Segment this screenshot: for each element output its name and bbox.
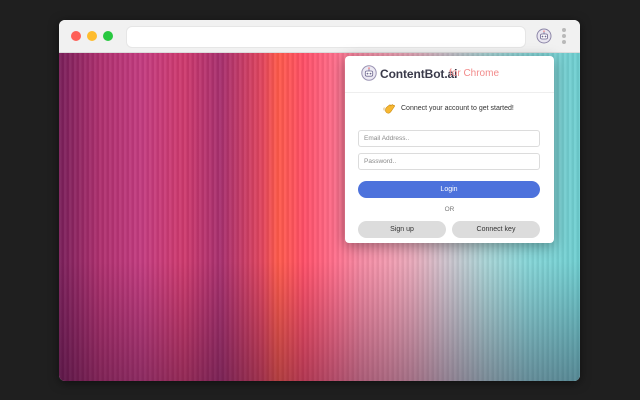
popup-header: ContentBot.ai for Chrome — [345, 56, 554, 93]
minimize-window-button[interactable] — [87, 31, 97, 41]
password-field[interactable] — [358, 153, 540, 170]
connect-key-button[interactable]: Connect key — [452, 221, 540, 238]
brand-name: ContentBot.ai — [380, 67, 458, 81]
browser-titlebar — [59, 20, 580, 53]
robot-icon[interactable] — [536, 28, 552, 44]
kebab-menu-icon[interactable] — [561, 28, 567, 46]
address-bar[interactable] — [126, 26, 526, 48]
sign-up-button[interactable]: Sign up — [358, 221, 446, 238]
maximize-window-button[interactable] — [103, 31, 113, 41]
waving-hand-icon — [383, 103, 396, 116]
email-field[interactable] — [358, 130, 540, 147]
close-window-button[interactable] — [71, 31, 81, 41]
extension-popup: ContentBot.ai for Chrome Connect your ac… — [345, 56, 554, 243]
brand-suffix: for Chrome — [449, 68, 500, 79]
login-button[interactable]: Login — [358, 181, 540, 198]
popup-tagline: Connect your account to get started! — [401, 105, 514, 112]
robot-icon — [361, 65, 377, 81]
or-divider: OR — [444, 206, 455, 213]
